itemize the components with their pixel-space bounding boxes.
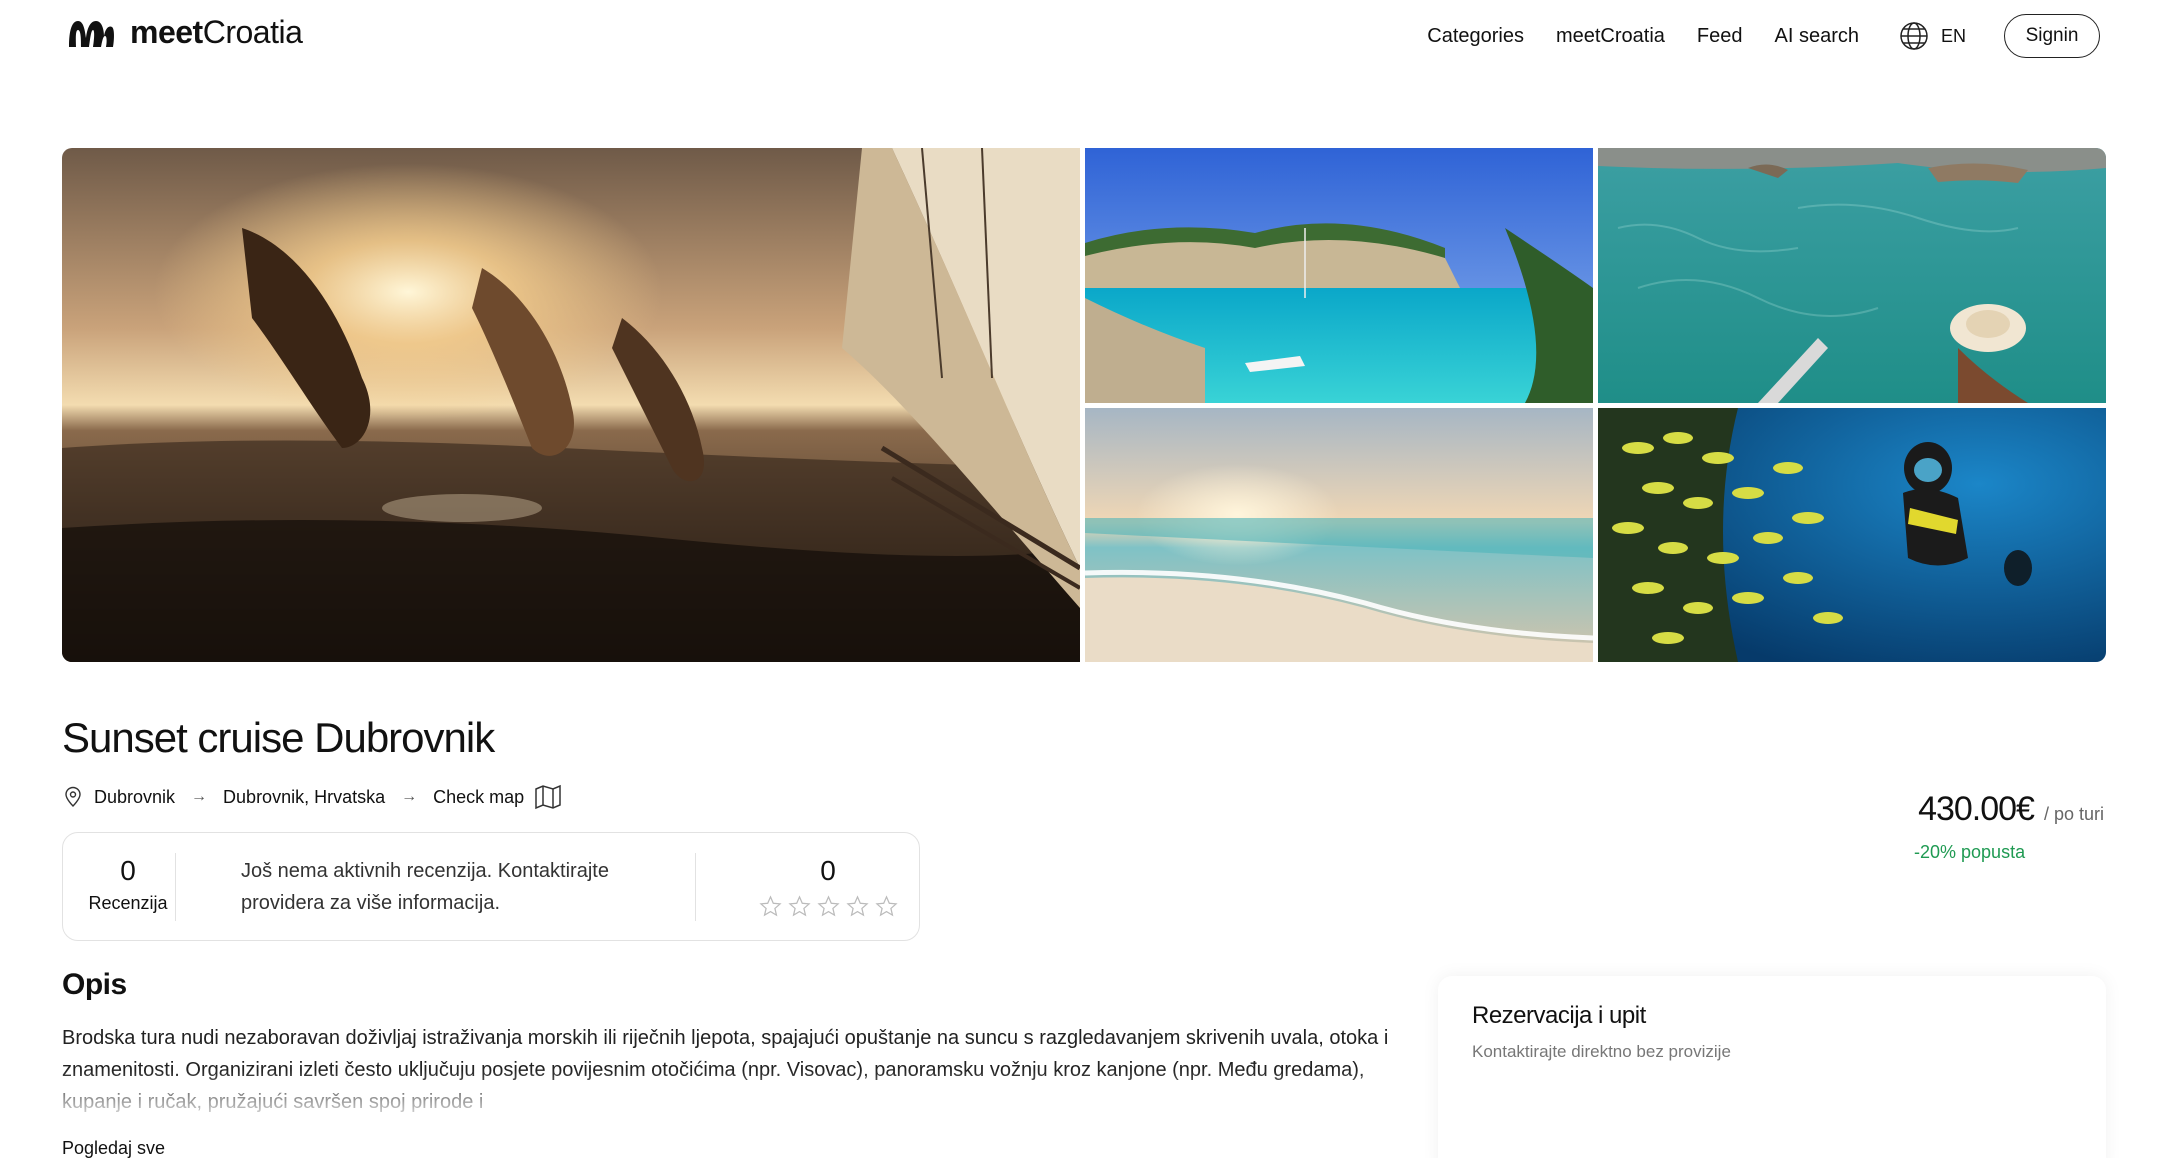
description-fade (62, 1070, 1392, 1120)
description-title: Opis (62, 968, 127, 1001)
photo-gallery (62, 148, 2106, 662)
rating-value: 0 (820, 855, 836, 886)
review-count-value: 0 (120, 855, 136, 886)
top-nav: Categories meetCroatia Feed AI search EN… (1427, 14, 2100, 58)
map-icon[interactable] (534, 784, 562, 810)
globe-icon (1900, 22, 1928, 50)
divider (695, 853, 696, 921)
turquoise-cove-image (1085, 148, 1593, 403)
breadcrumb-city[interactable]: Dubrovnik (94, 787, 175, 808)
gallery-photo-4[interactable] (1085, 408, 1593, 662)
star-icon (874, 895, 898, 917)
review-count: 0 Recenzija (83, 855, 173, 914)
sailboat-sunset-image (62, 148, 1080, 662)
star-icon (816, 895, 840, 917)
star-icon (845, 895, 869, 917)
arrow-right-icon: → (401, 788, 418, 805)
reservation-subtitle: Kontaktirajte direktno bez provizije (1472, 1042, 1731, 1061)
no-reviews-message: Još nema aktivnih recenzija. Kontaktiraj… (241, 860, 609, 914)
star-icon (758, 895, 782, 917)
reviews-summary: 0 Recenzija Još nema aktivnih recenzija.… (62, 832, 920, 941)
gallery-photo-3[interactable] (1598, 148, 2106, 403)
beach-sunset-image (1085, 408, 1593, 662)
price-value: 430.00€ (1918, 790, 2035, 828)
star-icon (787, 895, 811, 917)
logo-light: Croatia (202, 14, 303, 50)
star-rating (753, 895, 903, 918)
header: meetCroatia Categories meetCroatia Feed … (0, 0, 2166, 70)
logo[interactable]: meetCroatia (66, 14, 303, 51)
logo-wordmark: meetCroatia (130, 14, 303, 51)
nav-meetcroatia[interactable]: meetCroatia (1556, 25, 1665, 48)
diver-fish-image (1598, 408, 2106, 662)
nav-categories[interactable]: Categories (1427, 25, 1524, 48)
logo-mark-icon (69, 20, 114, 47)
price-unit: / po turi (2043, 804, 2104, 824)
discount-badge: -20% popusta (1914, 842, 2026, 862)
review-count-label: Recenzija (88, 893, 168, 913)
gallery-photo-2[interactable] (1085, 148, 1593, 403)
gallery-main-photo[interactable] (62, 148, 1080, 662)
logo-bold: meet (130, 14, 203, 50)
price-block: 430.00€ / po turi (1918, 790, 2104, 829)
signin-button[interactable]: Signin (2004, 14, 2100, 58)
reservation-card: Rezervacija i upit Kontaktirajte direktn… (1438, 976, 2106, 1158)
arrow-right-icon: → (191, 788, 208, 805)
breadcrumb-region[interactable]: Dubrovnik, Hrvatska (223, 787, 385, 808)
gallery-photo-5[interactable] (1598, 408, 2106, 662)
location-pin-icon (65, 786, 81, 807)
divider (175, 853, 176, 921)
language-selector[interactable]: EN (1899, 21, 1966, 51)
see-all-link[interactable]: Pogledaj sve (62, 1138, 165, 1158)
check-map-link[interactable]: Check map (433, 787, 524, 808)
rating-summary: 0 (753, 855, 903, 918)
reservation-title: Rezervacija i upit (1472, 1002, 1646, 1029)
nav-ai-search[interactable]: AI search (1775, 25, 1859, 48)
woman-clear-sea-image (1598, 148, 2106, 403)
listing-title: Sunset cruise Dubrovnik (62, 714, 495, 761)
location-breadcrumb: Dubrovnik → Dubrovnik, Hrvatska → Check … (62, 784, 562, 810)
nav-feed[interactable]: Feed (1697, 25, 1743, 48)
language-code: EN (1940, 25, 1966, 46)
